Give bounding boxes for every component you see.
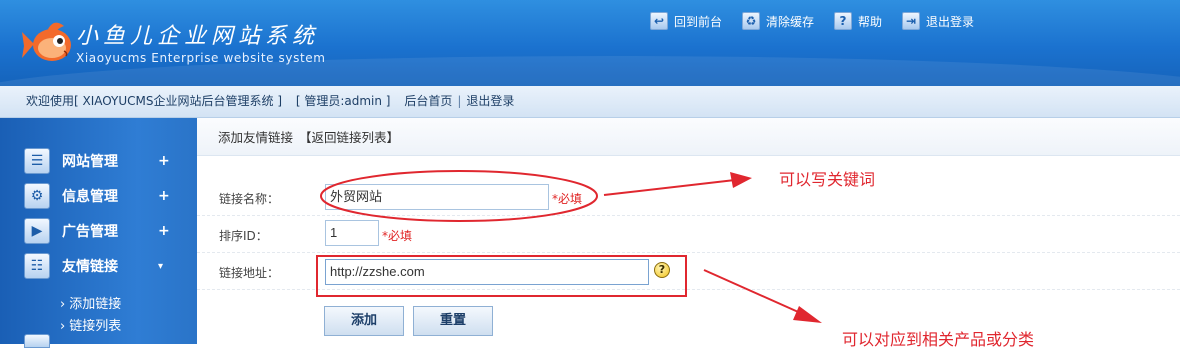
nav-logout[interactable]: ⇥ 退出登录 — [902, 12, 974, 30]
welcome-text: 欢迎使用[ XIAOYUCMS企业网站后台管理系统 ] — [26, 94, 283, 108]
expand-plus-icon: + — [158, 153, 170, 169]
breadcrumb: 添加友情链接 【返回链接列表】 — [197, 118, 1180, 156]
sidebar-subitem-link-list[interactable]: 链接列表 — [60, 315, 121, 334]
link-url-label: 链接地址： — [219, 266, 280, 280]
order-id-input[interactable]: 1 — [325, 220, 379, 246]
sidebar-item-label: 信息管理 — [62, 189, 118, 205]
main-content: 添加友情链接 【返回链接列表】 链接名称： 外贸网站 *必填 排序ID： 1 *必… — [197, 118, 1180, 344]
nav-back-to-front[interactable]: ↩ 回到前台 — [650, 12, 722, 30]
sidebar-item-label: 友情链接 — [62, 259, 118, 275]
expand-plus-icon: + — [158, 188, 170, 204]
site-title: 小鱼儿企业网站系统 — [76, 24, 320, 49]
top-nav: ↩ 回到前台 ♻ 清除缓存 ? 帮助 ⇥ 退出登录 — [650, 12, 974, 30]
sidebar-item-label: 网站管理 — [62, 154, 118, 170]
page-title: 添加友情链接 — [218, 130, 294, 145]
sidebar-item-friend-links[interactable]: ☷ 友情链接 ▾ — [0, 251, 197, 281]
collapse-arrow-icon: ▾ — [158, 260, 164, 272]
link-name-label: 链接名称： — [219, 192, 280, 206]
required-mark: *必填 — [552, 192, 583, 206]
nav-label: 退出登录 — [926, 14, 975, 29]
annotation-note-category: 可以对应到相关产品或分类 — [842, 330, 1035, 349]
home-arrow-icon: ↩ — [650, 12, 668, 30]
top-header: 小鱼儿企业网站系统 Xiaoyucms Enterprise website s… — [0, 0, 1180, 86]
sliders-icon: ☷ — [24, 253, 50, 279]
add-button[interactable]: 添加 — [324, 306, 404, 336]
sidebar-item-label: 广告管理 — [62, 224, 118, 240]
nav-label: 清除缓存 — [766, 14, 815, 29]
required-mark: *必填 — [382, 229, 413, 243]
partial-menu-icon — [24, 334, 50, 348]
reset-button[interactable]: 重置 — [413, 306, 493, 336]
order-id-label: 排序ID： — [219, 229, 268, 243]
help-icon[interactable]: ? — [654, 262, 670, 278]
sidebar-item-ad-management[interactable]: ▶ 广告管理 + — [0, 216, 197, 246]
form-row-url: 链接地址： http://zzshe.com ? — [197, 253, 1180, 290]
sidebar-item-info-management[interactable]: ⚙ 信息管理 + — [0, 181, 197, 211]
link-url-input[interactable]: http://zzshe.com — [325, 259, 649, 285]
back-to-list-link[interactable]: 【返回链接列表】 — [299, 130, 399, 145]
form-row-name: 链接名称： 外贸网站 *必填 — [197, 179, 1180, 216]
separator: | — [457, 94, 462, 108]
sidebar: ☰ 网站管理 + ⚙ 信息管理 + ▶ 广告管理 + ☷ 友情链接 ▾ 添加链接… — [0, 118, 197, 348]
nav-label: 回到前台 — [674, 14, 723, 29]
admin-text: [ 管理员:admin ] — [295, 94, 391, 108]
info-bar: 欢迎使用[ XIAOYUCMS企业网站后台管理系统 ] [ 管理员:admin … — [0, 86, 1180, 118]
expand-plus-icon: + — [158, 223, 170, 239]
sidebar-item-site-management[interactable]: ☰ 网站管理 + — [0, 146, 197, 176]
logout-link[interactable]: 退出登录 — [466, 94, 514, 108]
gear-icon: ⚙ — [24, 183, 50, 209]
list-icon: ☰ — [24, 148, 50, 174]
logout-icon: ⇥ — [902, 12, 921, 30]
annotation-note-keywords: 可以写关键词 — [779, 170, 876, 189]
nav-clear-cache[interactable]: ♻ 清除缓存 — [742, 12, 814, 30]
sidebar-subitem-add-link[interactable]: 添加链接 — [60, 293, 121, 312]
play-icon: ▶ — [24, 218, 50, 244]
admin-home-link[interactable]: 后台首页 — [404, 94, 452, 108]
trash-icon: ♻ — [742, 12, 761, 30]
nav-help[interactable]: ? 帮助 — [834, 12, 882, 30]
site-subtitle: Xiaoyucms Enterprise website system — [76, 51, 326, 65]
help-icon: ? — [834, 12, 853, 30]
nav-label: 帮助 — [858, 14, 883, 29]
link-name-input[interactable]: 外贸网站 — [325, 184, 549, 210]
form-row-order: 排序ID： 1 *必填 — [197, 216, 1180, 253]
fish-logo-icon — [22, 22, 71, 61]
